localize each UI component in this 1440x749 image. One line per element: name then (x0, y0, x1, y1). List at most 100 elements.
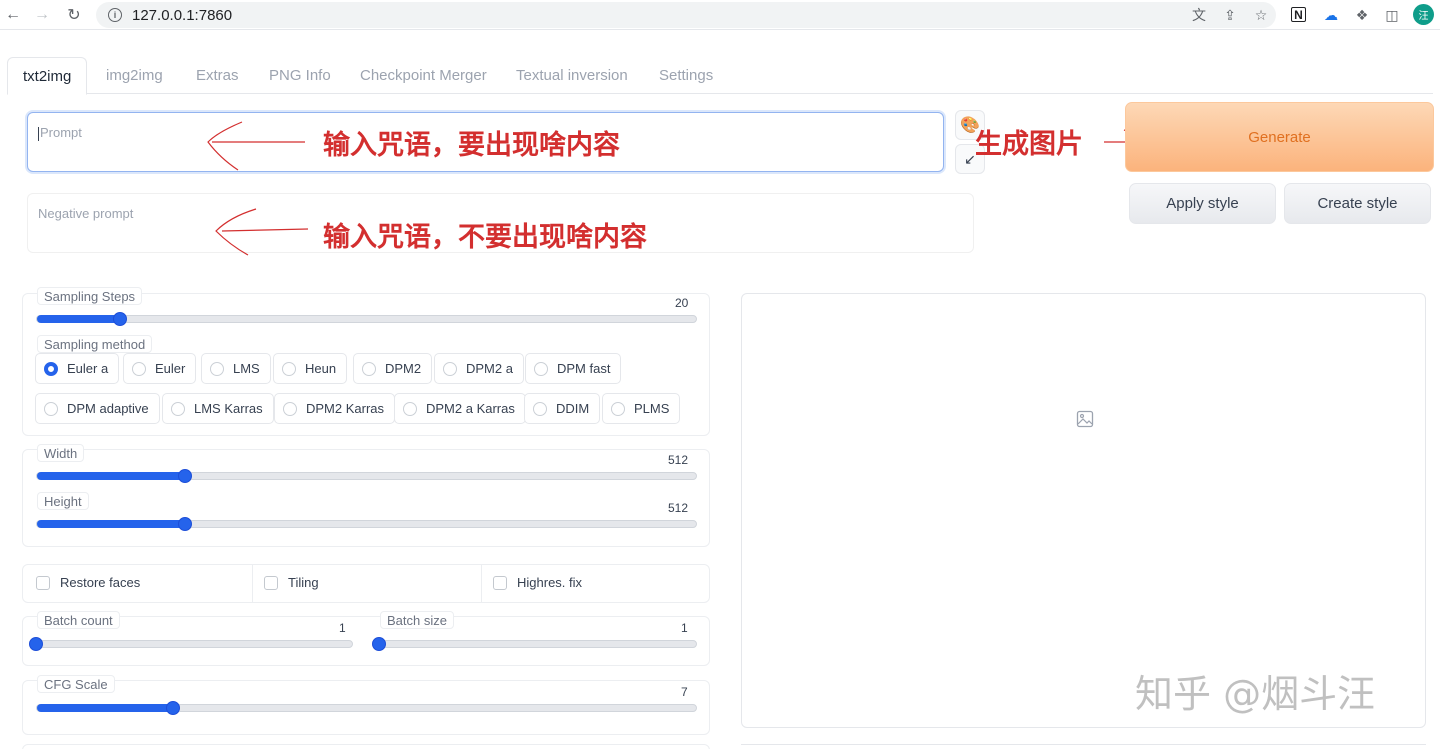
side-panel-icon[interactable]: ◫ (1383, 6, 1401, 24)
sampler-euler-a[interactable]: Euler a (35, 353, 120, 384)
site-info-icon[interactable]: i (108, 8, 122, 22)
sampler-label: DDIM (556, 401, 590, 416)
radio-icon (171, 401, 185, 416)
height-slider[interactable] (36, 520, 697, 528)
sampler-dpm2-a-karras[interactable]: DPM2 a Karras (394, 393, 526, 424)
tab-checkpoint-merger[interactable]: Checkpoint Merger (360, 57, 487, 94)
sampler-label: Heun (305, 361, 337, 376)
sampler-dpm-adaptive[interactable]: DPM adaptive (35, 393, 160, 424)
sampler-lms-karras[interactable]: LMS Karras (162, 393, 274, 424)
cfg-scale-fill (37, 704, 174, 712)
height-label: Height (37, 492, 89, 510)
radio-icon (534, 361, 548, 376)
radio-icon (403, 401, 417, 416)
tab-textual-inversion[interactable]: Textual inversion (516, 57, 628, 94)
profile-avatar[interactable]: 汪 (1413, 4, 1434, 25)
annotation-generate-note: 生成图片 (975, 129, 1083, 160)
tab-txt2img[interactable]: txt2img (7, 57, 88, 95)
notion-extension-icon[interactable]: N (1291, 7, 1306, 22)
radio-icon (533, 401, 547, 416)
checkbox-icon (36, 575, 50, 590)
tiling-label: Tiling (288, 575, 319, 590)
width-slider[interactable] (36, 472, 697, 480)
width-value[interactable]: 512 (668, 453, 688, 467)
batch-count-thumb[interactable] (29, 637, 43, 651)
tab-extras[interactable]: Extras (196, 57, 239, 94)
tab-png-info[interactable]: PNG Info (269, 57, 331, 94)
sampling-steps-fill (37, 315, 122, 323)
annotation-arrow-prompt (207, 121, 305, 171)
tab-settings[interactable]: Settings (659, 57, 713, 94)
forward-arrow-icon[interactable]: → (32, 5, 52, 25)
sampler-heun[interactable]: Heun (273, 353, 348, 384)
reload-icon[interactable]: ↻ (64, 5, 84, 25)
image-placeholder-icon (1076, 410, 1094, 428)
share-icon[interactable]: ⇪ (1221, 6, 1239, 24)
address-bar[interactable]: i 127.0.0.1:7860 (96, 2, 1276, 28)
sampler-label: DPM2 a Karras (426, 401, 515, 416)
next-panel-edge (22, 744, 710, 749)
tiling-checkbox[interactable]: Tiling (264, 575, 319, 590)
output-buttons-edge (741, 744, 1426, 749)
cfg-scale-slider[interactable] (36, 704, 697, 712)
bookmark-star-icon[interactable]: ☆ (1252, 6, 1270, 24)
negative-prompt-placeholder: Negative prompt (38, 206, 134, 221)
browser-toolbar: ← → ↻ i 127.0.0.1:7860 文 ⇪ ☆ N ☁ ❖ ◫ 汪 (0, 0, 1440, 30)
batch-count-label: Batch count (37, 611, 120, 629)
radio-icon (611, 401, 625, 416)
height-value[interactable]: 512 (668, 501, 688, 515)
zhihu-watermark: 知乎 @烟斗汪 (1135, 672, 1376, 716)
sampler-label: DPM adaptive (67, 401, 149, 416)
highres-fix-checkbox[interactable]: Highres. fix (493, 575, 582, 590)
back-arrow-icon[interactable]: ← (3, 5, 23, 25)
checkbox-icon (264, 575, 278, 590)
radio-icon (210, 361, 224, 376)
sampler-euler[interactable]: Euler (123, 353, 197, 384)
prompt-placeholder: Prompt (40, 125, 82, 140)
cfg-scale-thumb[interactable] (165, 701, 180, 715)
generate-button[interactable]: Generate (1125, 102, 1434, 172)
width-label: Width (37, 444, 85, 462)
batch-size-slider[interactable] (379, 640, 697, 648)
highres-fix-label: Highres. fix (517, 575, 583, 590)
sampler-dpm2-karras[interactable]: DPM2 Karras (274, 393, 396, 424)
sampler-label: LMS Karras (194, 401, 263, 416)
apply-style-button[interactable]: Apply style (1129, 183, 1276, 224)
radio-icon (443, 361, 457, 376)
restore-faces-checkbox[interactable]: Restore faces (36, 575, 140, 590)
checkbox-icon (493, 575, 507, 590)
sampler-dpm2-a[interactable]: DPM2 a (434, 353, 524, 384)
sampler-dpm-fast[interactable]: DPM fast (525, 353, 622, 384)
text-caret (38, 126, 39, 141)
radio-selected-icon (44, 361, 58, 376)
sampler-ddim[interactable]: DDIM (524, 393, 601, 424)
cfg-scale-label: CFG Scale (37, 675, 115, 693)
sampler-label: PLMS (634, 401, 670, 416)
sampler-label: DPM fast (557, 361, 611, 376)
annotation-arrow-negative (215, 208, 309, 256)
sampler-plms[interactable]: PLMS (602, 393, 681, 424)
batch-size-value[interactable]: 1 (681, 621, 688, 635)
create-style-button[interactable]: Create style (1284, 183, 1431, 224)
url-text: 127.0.0.1:7860 (132, 6, 233, 24)
batch-count-value[interactable]: 1 (339, 621, 346, 635)
height-fill (37, 520, 187, 528)
radio-icon (282, 361, 296, 376)
extensions-puzzle-icon[interactable]: ❖ (1353, 6, 1371, 24)
cloud-extension-icon[interactable]: ☁ (1322, 6, 1340, 24)
tab-img2img[interactable]: img2img (106, 57, 163, 94)
batch-size-thumb[interactable] (372, 637, 386, 651)
radio-icon (132, 361, 146, 376)
sampler-lms[interactable]: LMS (201, 353, 271, 384)
sampling-steps-value[interactable]: 20 (675, 296, 688, 310)
sampler-dpm2[interactable]: DPM2 (353, 353, 433, 384)
sampling-steps-slider[interactable] (36, 315, 697, 323)
batch-count-slider[interactable] (36, 640, 353, 648)
main-tabs: txt2img img2img Extras PNG Info Checkpoi… (7, 57, 1433, 95)
sampler-label: DPM2 a (466, 361, 513, 376)
translate-icon[interactable]: 文 (1190, 6, 1208, 24)
cfg-scale-value[interactable]: 7 (681, 685, 688, 699)
radio-icon (44, 401, 58, 416)
restore-faces-label: Restore faces (60, 575, 141, 590)
radio-icon (283, 401, 297, 416)
